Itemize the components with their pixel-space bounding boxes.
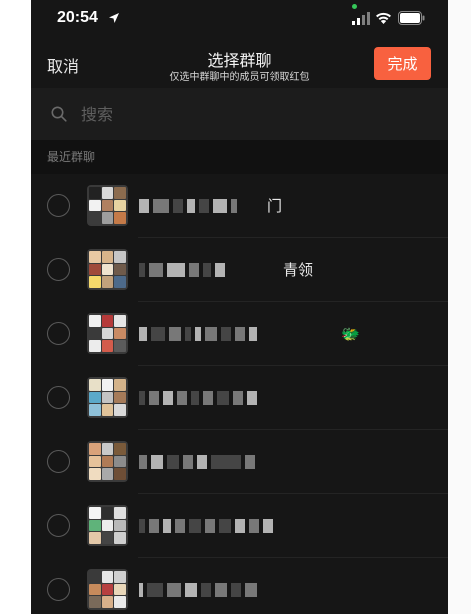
group-name-tail: 青领	[283, 261, 314, 279]
list-item[interactable]	[31, 494, 448, 558]
group-avatar	[87, 185, 128, 226]
search-icon	[51, 106, 67, 122]
search-input[interactable]	[81, 104, 381, 124]
select-radio[interactable]	[47, 322, 70, 345]
blurred-name	[139, 258, 225, 282]
navigation-bar: 取消 选择群聊 仅选中群聊中的成员可领取红包 完成	[31, 40, 448, 88]
list-item[interactable]	[31, 558, 448, 614]
privacy-indicator-dot	[352, 4, 357, 9]
search-box[interactable]	[31, 88, 448, 140]
blurred-name	[139, 450, 255, 474]
blurred-name	[139, 514, 273, 538]
select-radio[interactable]	[47, 258, 70, 281]
select-radio[interactable]	[47, 578, 70, 601]
cellular-signal-icon	[352, 12, 370, 25]
status-bar: 20:54	[31, 0, 448, 40]
select-radio[interactable]	[47, 194, 70, 217]
group-list: 门 青领 🐲	[31, 174, 448, 614]
group-name: 青领	[139, 258, 429, 282]
group-name-tail: 门	[267, 197, 283, 215]
search-area	[31, 88, 448, 140]
blurred-name	[139, 194, 237, 218]
list-item[interactable]	[31, 366, 448, 430]
group-name	[139, 450, 429, 474]
screen-margin-right	[448, 0, 471, 614]
blurred-name	[139, 386, 257, 410]
group-avatar	[87, 313, 128, 354]
select-radio[interactable]	[47, 514, 70, 537]
group-name	[139, 514, 429, 538]
list-item[interactable]: 🐲	[31, 302, 448, 366]
done-button[interactable]: 完成	[374, 47, 431, 80]
blurred-name	[139, 578, 257, 602]
list-item[interactable]: 门	[31, 174, 448, 238]
wifi-icon	[376, 12, 391, 24]
list-item[interactable]	[31, 430, 448, 494]
list-item[interactable]: 青领	[31, 238, 448, 302]
group-avatar	[87, 569, 128, 610]
battery-icon	[398, 11, 425, 25]
phone-screen: 20:54 取消 选择群聊 仅选中群聊中的成员可领取红包 完成 搜索 最近群聊 …	[31, 0, 448, 614]
section-header-recent: 最近群聊	[31, 140, 448, 174]
select-radio[interactable]	[47, 386, 70, 409]
group-avatar	[87, 505, 128, 546]
group-name-tail: 🐲	[341, 325, 360, 343]
location-arrow-icon	[109, 13, 119, 23]
screen-margin-left	[0, 0, 31, 614]
group-avatar	[87, 441, 128, 482]
group-name	[139, 386, 429, 410]
select-radio[interactable]	[47, 450, 70, 473]
blurred-name	[139, 322, 257, 346]
group-name: 🐲	[139, 322, 429, 346]
group-avatar	[87, 377, 128, 418]
status-time: 20:54	[57, 9, 98, 26]
group-name: 门	[139, 194, 429, 218]
group-name	[139, 578, 429, 602]
group-avatar	[87, 249, 128, 290]
